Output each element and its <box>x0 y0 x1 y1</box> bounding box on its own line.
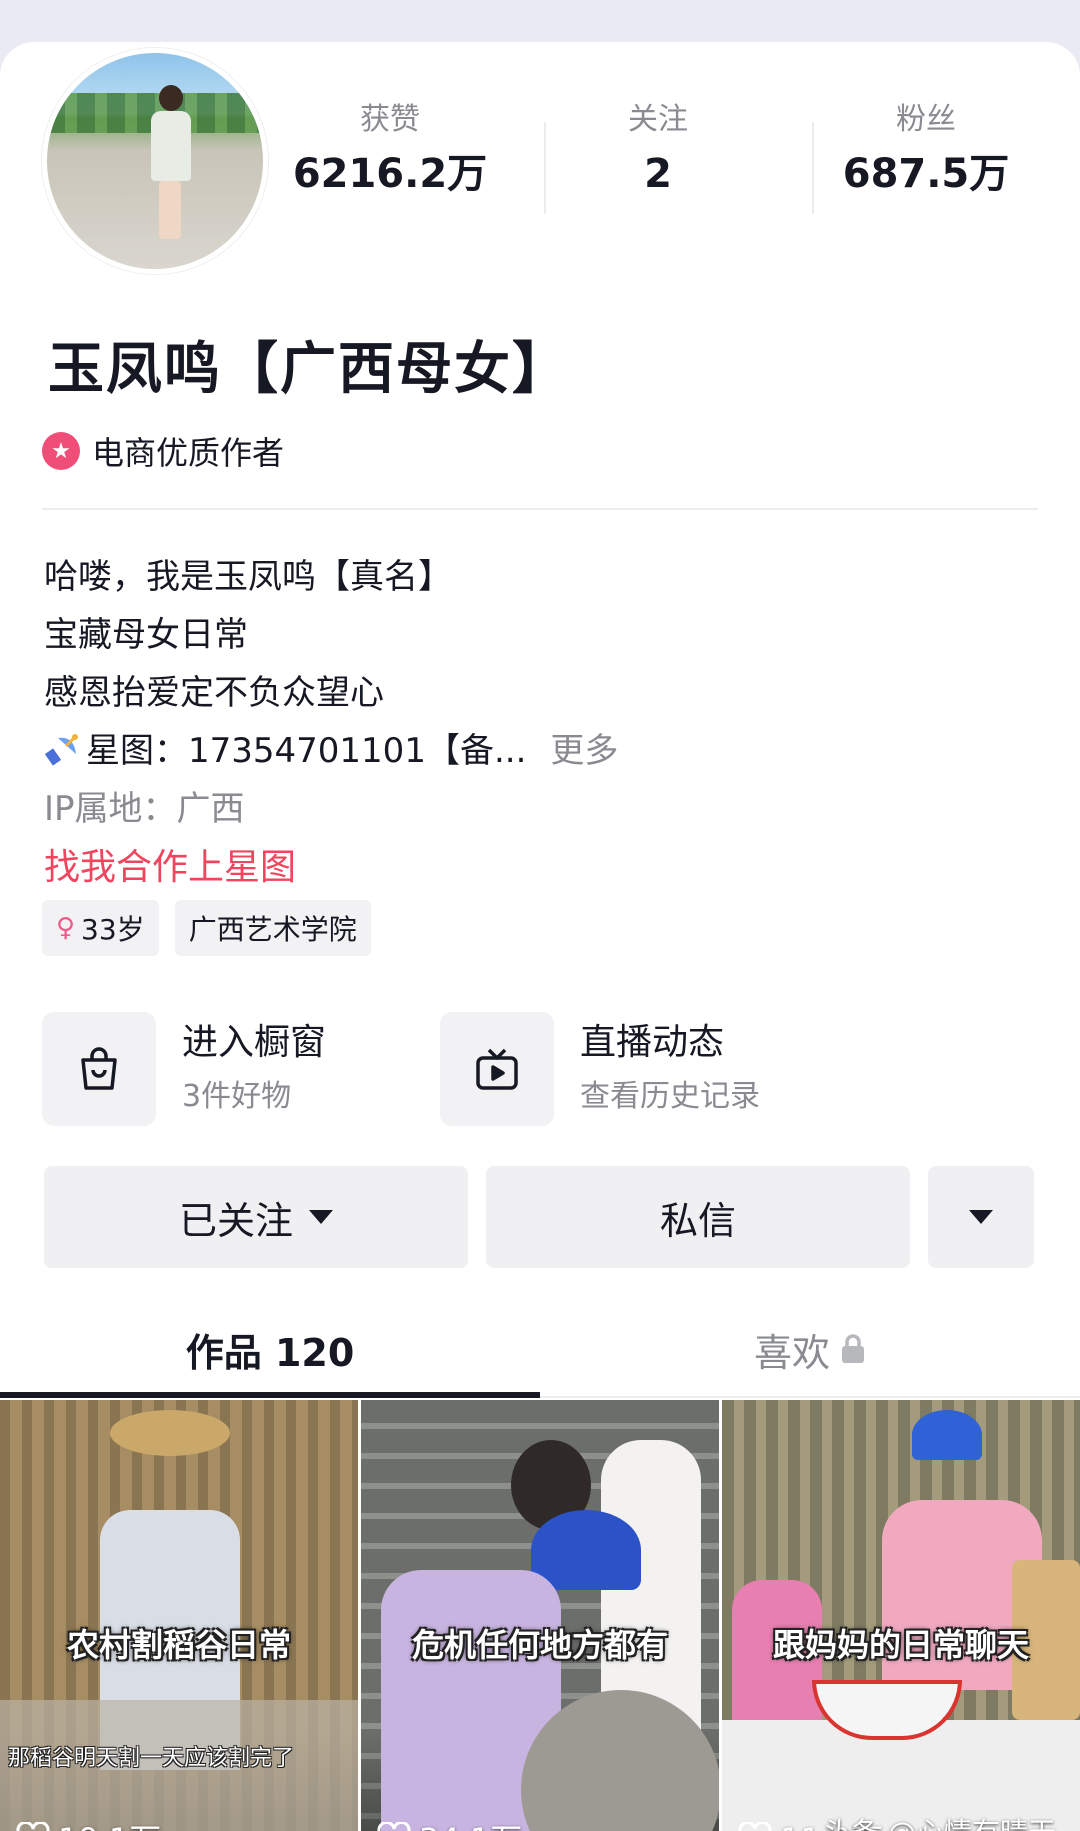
shortcut-title: 直播动态 <box>580 1022 725 1063</box>
live-history-entry[interactable]: 直播动态 查看历史记录 <box>440 1012 760 1126</box>
video-caption: 危机任何地方都有 <box>411 1626 669 1664</box>
tags-row: ♀ 33岁 广西艺术学院 <box>42 900 387 956</box>
star-badge-icon: ★ <box>42 432 80 470</box>
stat-value: 2 <box>644 151 672 197</box>
tag-school[interactable]: 广西艺术学院 <box>174 900 371 956</box>
heart-icon <box>738 1822 772 1831</box>
shortcut-subtitle: 查看历史记录 <box>580 1079 760 1114</box>
caret-down-icon <box>309 1210 333 1224</box>
more-link[interactable]: 更多 <box>550 731 618 771</box>
ip-location: IP属地：广西 <box>44 789 245 829</box>
stat-followers[interactable]: 粉丝 687.5万 <box>826 102 1026 204</box>
stat-label: 粉丝 <box>896 102 956 137</box>
avatar[interactable] <box>42 48 268 274</box>
collab-link[interactable]: 找我合作上星图 <box>44 838 1024 898</box>
bio-line: 宝藏母女日常 <box>44 615 248 655</box>
badge-label: 电商优质作者 <box>92 434 285 472</box>
stat-value: 6216.2万 <box>292 151 488 197</box>
bio-line-star: 星图：17354701101【备... 更多 <box>44 722 1024 780</box>
tag-school-label: 广西艺术学院 <box>188 913 357 946</box>
tab-likes[interactable]: 喜欢 <box>540 1304 1080 1394</box>
bio: 哈喽，我是玉凤鸣【真名】 宝藏母女日常 感恩抬爱定不负众望心 星图：173547… <box>44 548 1024 898</box>
tab-active-indicator <box>0 1392 540 1398</box>
bio-line: 感恩抬爱定不负众望心 <box>44 673 384 713</box>
heart-icon <box>16 1822 50 1831</box>
shopping-bag-icon <box>42 1012 156 1126</box>
profile-page: 获赞 6216.2万 关注 2 粉丝 687.5万 玉凤鸣【广西母女】 ★ 电商… <box>0 42 1080 1831</box>
video-thumbnail[interactable]: 跟妈妈的日常聊天 11.9万 头条 @心情有晴天 <box>722 1400 1080 1831</box>
stat-label: 关注 <box>628 102 688 137</box>
message-button[interactable]: 私信 <box>486 1166 910 1268</box>
stat-following[interactable]: 关注 2 <box>558 102 758 204</box>
tag-age-label: 33岁 <box>81 913 145 946</box>
bio-line: 哈喽，我是玉凤鸣【真名】 <box>44 557 452 597</box>
video-subtitle: 那稻谷明天割一天应该割完了 <box>8 1746 295 1771</box>
followed-label: 已关注 <box>178 1198 293 1243</box>
shortcut-subtitle: 3件好物 <box>182 1079 292 1114</box>
video-likes: 19.1万 <box>16 1815 161 1831</box>
tab-likes-label: 喜欢 <box>753 1330 830 1375</box>
stats-bar: 获赞 6216.2万 关注 2 粉丝 687.5万 <box>290 102 1080 214</box>
tab-works-label: 作品 120 <box>185 1330 355 1375</box>
divider <box>42 508 1038 510</box>
video-likes: 34.1万 <box>377 1815 522 1831</box>
video-caption: 农村割稻谷日常 <box>66 1626 292 1664</box>
lock-icon <box>842 1334 864 1363</box>
stat-divider <box>812 122 814 214</box>
stat-label: 获赞 <box>360 102 420 137</box>
female-icon: ♀ <box>56 913 76 943</box>
stat-value: 687.5万 <box>842 151 1010 197</box>
stat-likes[interactable]: 获赞 6216.2万 <box>290 102 490 204</box>
video-thumbnail[interactable]: 危机任何地方都有 34.1万 <box>361 1400 719 1831</box>
satellite-icon <box>44 728 84 768</box>
tag-age: ♀ 33岁 <box>42 900 159 956</box>
shop-window-entry[interactable]: 进入橱窗 3件好物 <box>42 1012 326 1126</box>
more-options-button[interactable] <box>928 1166 1034 1268</box>
stat-divider <box>544 122 546 214</box>
creator-badge[interactable]: ★ 电商优质作者 <box>42 428 284 474</box>
video-caption: 跟妈妈的日常聊天 <box>772 1626 1030 1664</box>
tv-icon <box>440 1012 554 1126</box>
video-grid: 农村割稻谷日常 那稻谷明天割一天应该割完了 19.1万 危机任何地方都有 34. <box>0 1400 1080 1831</box>
shortcut-title: 进入橱窗 <box>182 1022 327 1063</box>
video-likes-count: 34.1万 <box>419 1815 522 1831</box>
video-likes-count: 19.1万 <box>58 1815 161 1831</box>
watermark: 头条 @心情有晴天 <box>823 1811 1056 1831</box>
heart-icon <box>377 1822 411 1831</box>
tab-works[interactable]: 作品 120 <box>0 1304 540 1394</box>
caret-down-icon <box>969 1210 993 1224</box>
video-thumbnail[interactable]: 农村割稻谷日常 那稻谷明天割一天应该割完了 19.1万 <box>0 1400 358 1831</box>
content-tabs: 作品 120 喜欢 <box>0 1304 1080 1398</box>
profile-name: 玉凤鸣【广西母女】 <box>48 337 570 402</box>
bio-star-text: 星图：17354701101【备... <box>86 731 527 771</box>
message-label: 私信 <box>659 1198 736 1243</box>
followed-button[interactable]: 已关注 <box>44 1166 468 1268</box>
